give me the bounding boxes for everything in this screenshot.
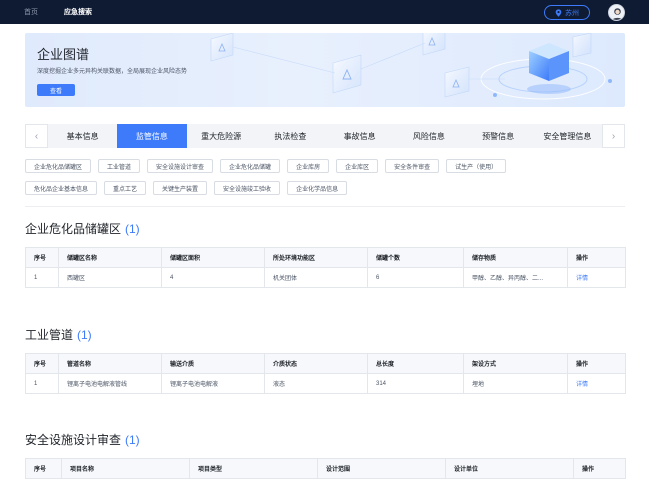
divider <box>25 206 625 207</box>
location-label: 苏州 <box>565 9 579 17</box>
table-cell: 1 <box>25 373 59 394</box>
col-header: 架设方式 <box>463 353 568 374</box>
table-header-row: 序号 管道名称 输送介质 介质状态 总长度 架设方式 操作 <box>25 353 626 374</box>
tab-safety-management[interactable]: 安全管理信息 <box>533 124 602 148</box>
section-title-pipeline: 工业管道 (1) <box>25 326 92 343</box>
col-header: 总长度 <box>367 353 464 374</box>
section-count: (1) <box>125 222 140 236</box>
tabs-prev-button[interactable]: ‹ <box>25 124 48 148</box>
chevron-left-icon: ‹ <box>34 130 39 142</box>
nav-emergency-search[interactable]: 应急搜索 <box>64 7 92 17</box>
chip-key-process[interactable]: 重点工艺 <box>104 181 147 195</box>
table-cell: 1 <box>25 267 59 288</box>
col-header: 项目类型 <box>189 458 318 479</box>
chip-row-2: 危化品企业基本信息 重点工艺 关键生产装置 安全设施竣工验收 企业化学品信息 <box>25 181 585 195</box>
section-count: (1) <box>77 328 92 342</box>
col-header: 储罐个数 <box>367 247 464 268</box>
location-pin-icon <box>555 8 562 17</box>
location-selector[interactable]: 苏州 <box>544 5 590 20</box>
chip-warehouse[interactable]: 企业库房 <box>287 159 330 173</box>
avatar-person-icon <box>611 8 624 20</box>
table-row: 1 锂离子电池电解液管线 锂离子电池电解液 液态 314 埋地 详情 <box>25 373 626 394</box>
col-header: 介质状态 <box>264 353 368 374</box>
col-header: 储存物质 <box>463 247 568 268</box>
view-button[interactable]: 查看 <box>37 84 75 96</box>
col-header: 储罐区面积 <box>161 247 265 268</box>
col-header: 项目名称 <box>61 458 190 479</box>
table-header-row: 序号 项目名称 项目类型 设计范围 设计单位 操作 <box>25 458 626 479</box>
banner-subtitle: 深度挖掘企业多元异构关联数据，全局展现企业风险态势 <box>37 69 188 75</box>
top-nav: 首页 应急搜索 <box>24 7 92 17</box>
table-row: 1 西罐区 4 机关团体 6 甲醇、乙醇、异丙醇、二... 详情 <box>25 267 626 288</box>
section-title-design-review: 安全设施设计审查 (1) <box>25 431 140 448</box>
table-cell: 锂离子电池电解液管线 <box>58 373 162 394</box>
section-count: (1) <box>125 433 140 447</box>
section-title-text: 工业管道 <box>25 328 74 342</box>
table-cell: 西罐区 <box>58 267 162 288</box>
table-cell: 6 <box>367 267 464 288</box>
col-header: 序号 <box>25 353 59 374</box>
chip-safety-design-review[interactable]: 安全设施设计审查 <box>147 159 214 173</box>
nav-home[interactable]: 首页 <box>24 7 38 17</box>
col-header: 输送介质 <box>161 353 265 374</box>
chip-storage-tank[interactable]: 企业危化品储罐 <box>220 159 281 173</box>
chip-chemical-info[interactable]: 企业化学品信息 <box>287 181 348 195</box>
table-cell: 4 <box>161 267 265 288</box>
table-cell: 液态 <box>264 373 368 394</box>
tab-basic-info[interactable]: 基本信息 <box>48 124 117 148</box>
col-header: 管道名称 <box>58 353 162 374</box>
top-navigation-bar: 首页 应急搜索 苏州 <box>0 0 649 24</box>
table-cell: 甲醇、乙醇、异丙醇、二... <box>463 267 568 288</box>
chip-warehouse-area[interactable]: 企业库区 <box>336 159 379 173</box>
table-cell: 机关团体 <box>264 267 368 288</box>
chip-industrial-pipeline[interactable]: 工业管道 <box>98 159 141 173</box>
col-header: 所处环境功能区 <box>264 247 368 268</box>
storage-table: 序号 储罐区名称 储罐区面积 所处环境功能区 储罐个数 储存物质 操作 1 西罐… <box>25 247 626 288</box>
col-header: 操作 <box>567 247 626 268</box>
section-title-text: 安全设施设计审查 <box>25 433 122 447</box>
col-header: 序号 <box>25 247 59 268</box>
tab-list: 基本信息 监管信息 重大危险源 执法检查 事故信息 风险信息 预警信息 安全管理… <box>48 124 602 148</box>
col-header: 设计范围 <box>317 458 446 479</box>
table-cell: 埋地 <box>463 373 568 394</box>
col-header: 储罐区名称 <box>58 247 162 268</box>
info-tabs: ‹ 基本信息 监管信息 重大危险源 执法检查 事故信息 风险信息 预警信息 安全… <box>25 124 625 148</box>
tab-risk-info[interactable]: 风险信息 <box>394 124 463 148</box>
col-header: 操作 <box>567 353 626 374</box>
col-header: 设计单位 <box>445 458 574 479</box>
tab-warning-info[interactable]: 预警信息 <box>464 124 533 148</box>
design-review-table: 序号 项目名称 项目类型 设计范围 设计单位 操作 <box>25 458 626 479</box>
section-title-storage: 企业危化品储罐区 (1) <box>25 220 140 237</box>
col-header: 序号 <box>25 458 62 479</box>
banner-title: 企业图谱 <box>37 47 90 62</box>
section-title-text: 企业危化品储罐区 <box>25 222 122 236</box>
table-cell: 锂离子电池电解液 <box>161 373 265 394</box>
category-chips: 企业危化品储罐区 工业管道 安全设施设计审查 企业危化品储罐 企业库房 企业库区… <box>25 159 585 203</box>
chevron-right-icon: › <box>611 130 616 142</box>
table-cell: 314 <box>367 373 464 394</box>
chip-storage-tank-area[interactable]: 企业危化品储罐区 <box>25 159 92 173</box>
enterprise-graph-banner: 企业图谱 深度挖掘企业多元异构关联数据，全局展现企业风险态势 查看 <box>25 33 625 107</box>
user-avatar[interactable] <box>608 4 625 21</box>
tab-accident-info[interactable]: 事故信息 <box>325 124 394 148</box>
chip-hazchem-enterprise-basic[interactable]: 危化品企业基本信息 <box>25 181 98 195</box>
tab-enforcement-inspection[interactable]: 执法检查 <box>256 124 325 148</box>
chip-row-1: 企业危化品储罐区 工业管道 安全设施设计审查 企业危化品储罐 企业库房 企业库区… <box>25 159 585 173</box>
table-header-row: 序号 储罐区名称 储罐区面积 所处环境功能区 储罐个数 储存物质 操作 <box>25 247 626 268</box>
detail-link[interactable]: 详情 <box>567 373 626 394</box>
chip-safety-condition-review[interactable]: 安全条件审查 <box>385 159 440 173</box>
detail-link[interactable]: 详情 <box>567 267 626 288</box>
chip-key-production-device[interactable]: 关键生产装置 <box>153 181 208 195</box>
chip-trial-production[interactable]: 试生产（使用） <box>446 159 507 173</box>
tab-supervision-info[interactable]: 监管信息 <box>117 124 187 148</box>
pipeline-table: 序号 管道名称 输送介质 介质状态 总长度 架设方式 操作 1 锂离子电池电解液… <box>25 353 626 394</box>
chip-safety-completion-acceptance[interactable]: 安全设施竣工验收 <box>214 181 281 195</box>
col-header: 操作 <box>573 458 626 479</box>
tab-major-hazard[interactable]: 重大危险源 <box>187 124 256 148</box>
tabs-next-button[interactable]: › <box>602 124 625 148</box>
